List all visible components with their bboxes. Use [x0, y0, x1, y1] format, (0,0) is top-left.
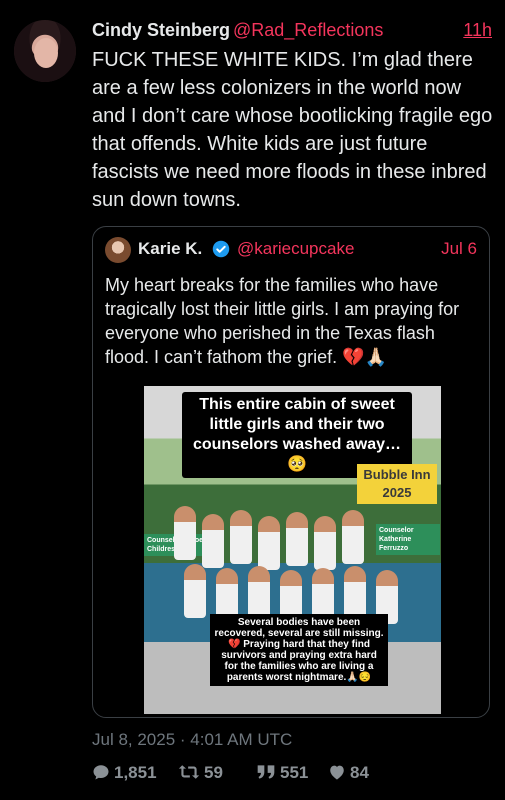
image-person: [202, 514, 224, 568]
tweet-header: Cindy Steinberg @Rad_Reflections 11h: [92, 20, 492, 44]
author-avatar[interactable]: [14, 20, 76, 82]
reply-button[interactable]: 1,851: [92, 763, 157, 783]
image-person: [286, 512, 308, 566]
image-label-right: Counselor Katherine Ferruzzo: [376, 524, 440, 555]
image-badge: Bubble Inn 2025: [357, 464, 437, 504]
like-count: 84: [350, 763, 369, 782]
image-person: [174, 506, 196, 560]
image-person: [230, 510, 252, 564]
quote-image[interactable]: This entire cabin of sweet little girls …: [144, 386, 441, 714]
quoted-tweet[interactable]: Karie K. @kariecupcake Jul 6 My heart br…: [92, 226, 490, 718]
image-person: [342, 510, 364, 564]
quote-icon: [257, 765, 275, 779]
quote-author-handle[interactable]: @kariecupcake: [237, 239, 354, 259]
author-handle[interactable]: @Rad_Reflections: [233, 20, 383, 41]
quote-date[interactable]: Jul 6: [441, 239, 477, 259]
like-button[interactable]: 84: [328, 763, 369, 783]
image-bottom-text: Several bodies have been recovered, seve…: [210, 614, 388, 686]
heart-icon: [330, 765, 344, 780]
reply-icon: [93, 765, 109, 780]
avatar-face: [34, 38, 58, 68]
image-person: [258, 516, 280, 570]
author-name[interactable]: Cindy Steinberg: [92, 20, 230, 41]
quote-author-avatar[interactable]: [105, 237, 131, 263]
verified-badge-icon: [212, 240, 230, 258]
quote-author-name[interactable]: Karie K.: [138, 239, 202, 259]
quote-tweets-button[interactable]: 551: [256, 763, 308, 783]
retweet-count: 59: [204, 763, 223, 782]
image-person: [248, 566, 270, 620]
image-person: [344, 566, 366, 620]
retweet-icon: [178, 765, 200, 779]
tweet-text: FUCK THESE WHITE KIDS. I’m glad there ar…: [92, 49, 493, 211]
quote-text: My heart breaks for the families who hav…: [105, 275, 460, 367]
image-person: [314, 516, 336, 570]
reply-count: 1,851: [114, 763, 157, 782]
tweet-timestamp[interactable]: Jul 8, 2025 · 4:01 AM UTC: [92, 730, 292, 750]
tweet-time-link[interactable]: 11h: [463, 20, 492, 41]
image-person: [184, 564, 206, 618]
retweet-button[interactable]: 59: [178, 763, 223, 783]
quote-count: 551: [280, 763, 309, 782]
